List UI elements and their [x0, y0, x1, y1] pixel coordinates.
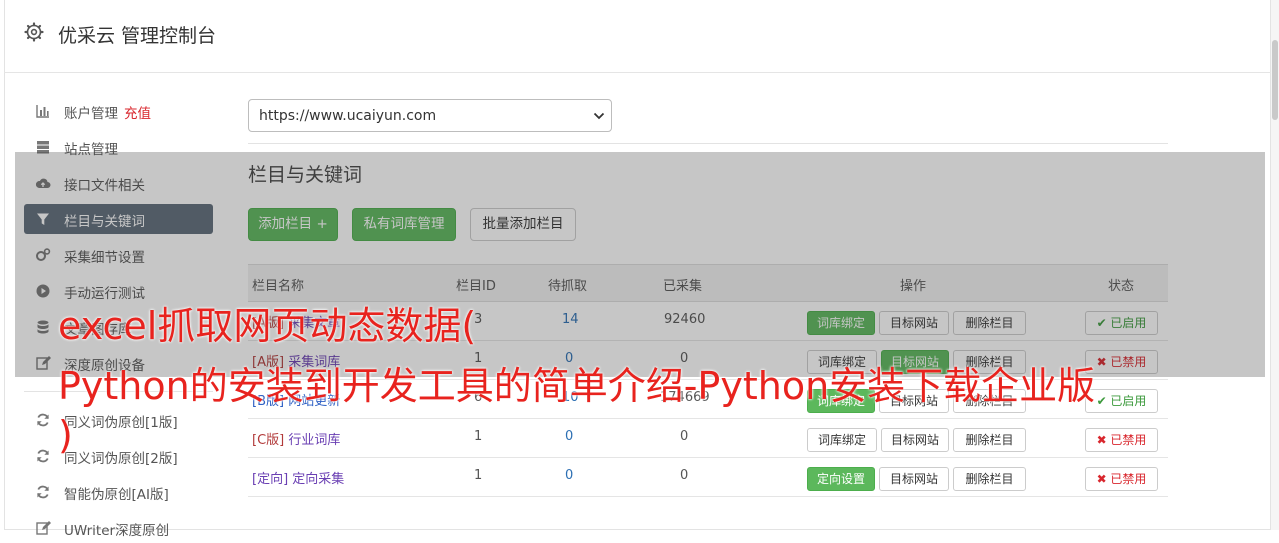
directed-settings-button[interactable]: 定向设置 [807, 467, 875, 491]
th-pending: 待抓取 [548, 279, 588, 294]
sidebar-item-label: 同义词伪原创[1版] [64, 415, 178, 431]
cogs-icon [36, 248, 51, 261]
delete-column-button[interactable]: 删除栏目 [953, 311, 1026, 335]
sidebar-item-interface[interactable]: 接口文件相关 [24, 168, 213, 198]
server-icon [37, 141, 49, 154]
collected-count: 92460 [664, 312, 706, 327]
refresh-icon [37, 485, 49, 499]
sidebar-item-label: 同义词伪原创[2版] [64, 451, 178, 467]
ad-overlay-line: Python的安装到开发工具的简单介绍-Python安装下载企业版 [58, 364, 1096, 408]
sidebar-item-uwriter[interactable]: UWriter深度原创 [24, 513, 213, 543]
sidebar-item-label: 栏目与关键词 [64, 214, 145, 230]
ad-overlay-line: ) [58, 413, 73, 457]
recharge-link[interactable]: 充值 [124, 106, 151, 122]
column-id: 1 [474, 468, 483, 483]
site-select-value: https://www.ucaiyun.com [259, 108, 437, 124]
column-id: 1 [474, 429, 483, 444]
target-site-button[interactable]: 目标网站 [881, 428, 949, 452]
sidebar-item-sites[interactable]: 站点管理 [24, 132, 213, 162]
app-header: 优采云 管理控制台 [4, 0, 1271, 73]
target-site-button[interactable]: 目标网站 [879, 467, 949, 491]
edit-icon [36, 356, 51, 370]
section-title: 栏目与关键词 [248, 164, 363, 186]
edit-icon [36, 521, 51, 535]
sidebar-item-ai-original[interactable]: 智能伪原创[AI版] [24, 477, 213, 507]
ad-overlay-line: excel抓取网页动态数据( [58, 304, 477, 348]
sidebar-item-label: UWriter深度原创 [64, 523, 170, 539]
pending-count[interactable]: 14 [562, 312, 579, 327]
status-badge[interactable]: ✖ 已禁用 [1085, 428, 1158, 452]
status-badge[interactable]: ✖ 已禁用 [1085, 350, 1158, 374]
private-lib-button[interactable]: 私有词库管理 [352, 208, 456, 241]
sidebar-item-columns[interactable]: 栏目与关键词 [24, 204, 213, 234]
table-row: [C版] 行业词库 1 0 0 词库绑定 目标网站 删除栏目 ✖ 已禁用 [248, 419, 1168, 458]
bar-chart-icon [36, 105, 49, 118]
scrollbar-thumb[interactable] [1272, 40, 1278, 120]
th-id: 栏目ID [456, 279, 496, 294]
th-ops: 操作 [900, 279, 927, 294]
column-name[interactable]: [C版] 行业词库 [252, 429, 340, 448]
add-column-button[interactable]: 添加栏目 + [248, 208, 338, 241]
sidebar-item-synonym-v2[interactable]: 同义词伪原创[2版] [24, 441, 213, 471]
pending-count[interactable]: 0 [565, 429, 573, 444]
sidebar-item-collect-settings[interactable]: 采集细节设置 [24, 240, 213, 270]
gear-icon [24, 22, 44, 42]
sidebar-item-label: 接口文件相关 [64, 178, 145, 194]
app-title: 优采云 管理控制台 [58, 25, 217, 47]
delete-column-button[interactable]: 删除栏目 [953, 428, 1026, 452]
play-circle-icon [36, 284, 50, 298]
table-row: [定向] 定向采集 1 0 0 定向设置 目标网站 删除栏目 ✖ 已禁用 [248, 458, 1168, 497]
divider [248, 143, 1168, 144]
cloud-upload-icon [35, 178, 51, 188]
th-status: 状态 [1108, 279, 1135, 294]
scrollbar[interactable] [1271, 0, 1279, 530]
th-collected: 已采集 [663, 279, 703, 294]
collected-count: 0 [680, 468, 689, 483]
target-site-button[interactable]: 目标网站 [879, 311, 949, 335]
collected-count: 0 [680, 429, 689, 444]
sidebar-item-label: 采集细节设置 [64, 250, 145, 266]
chevron-down-icon [593, 112, 605, 120]
site-select[interactable]: https://www.ucaiyun.com [248, 99, 612, 132]
pending-count[interactable]: 0 [565, 468, 573, 483]
status-badge[interactable]: ✖ 已禁用 [1085, 467, 1158, 491]
refresh-icon [37, 413, 49, 427]
batch-add-button[interactable]: 批量添加栏目 [470, 208, 576, 241]
database-icon [37, 320, 49, 334]
sidebar-item-label: 站点管理 [64, 142, 118, 158]
sidebar-item-label: 账户管理 [64, 106, 118, 122]
column-name[interactable]: [定向] 定向采集 [252, 468, 344, 487]
status-badge[interactable]: ✔ 已启用 [1085, 389, 1158, 413]
filter-icon [37, 213, 49, 225]
th-name: 栏目名称 [252, 279, 305, 294]
sidebar-item-label: 智能伪原创[AI版] [64, 487, 169, 503]
status-badge[interactable]: ✔ 已启用 [1085, 311, 1158, 335]
refresh-icon [37, 449, 49, 463]
sidebar-item-account[interactable]: 账户管理 充值 [24, 96, 213, 126]
bind-lib-button[interactable]: 词库绑定 [807, 311, 875, 335]
delete-column-button[interactable]: 删除栏目 [953, 467, 1026, 491]
bind-lib-button[interactable]: 词库绑定 [807, 428, 877, 452]
